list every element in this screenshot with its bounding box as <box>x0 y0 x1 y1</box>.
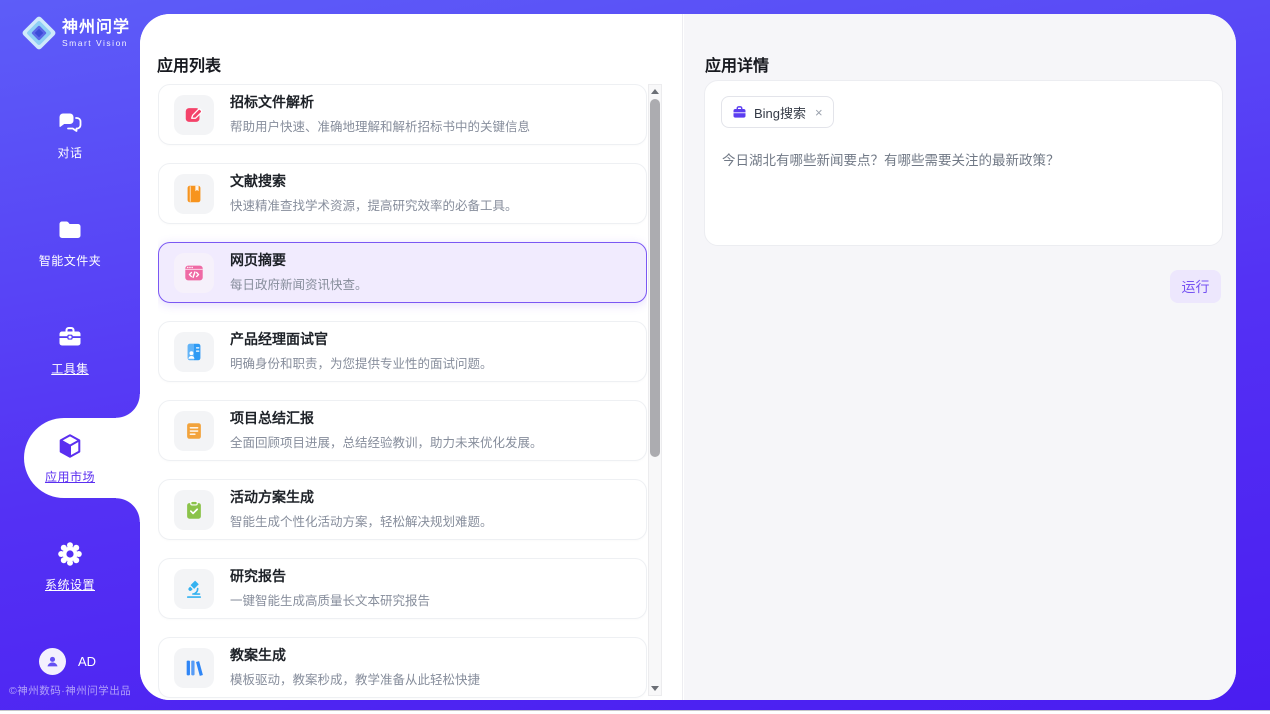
sidebar-item[interactable]: 对话 <box>0 80 140 188</box>
tool-tag-bing-search[interactable]: Bing搜索 × <box>721 96 834 128</box>
app-detail-panel: 应用详情 Bing搜索 × 今日湖北有哪些新闻要点？有哪些需要关注的最新政策？ <box>684 14 1236 700</box>
app-card[interactable]: 网页摘要 每日政府新闻资讯快查。 <box>158 242 647 303</box>
gear-icon <box>56 540 84 568</box>
toolbox-icon <box>56 324 84 352</box>
app-card-desc: 明确身份和职责，为您提供专业性的面试问题。 <box>230 353 493 372</box>
app-card[interactable]: 活动方案生成 智能生成个性化活动方案，轻松解决规划难题。 <box>158 479 647 540</box>
brand-logo: 神州问学 Smart Vision <box>20 14 130 52</box>
sidebar: 神州问学 Smart Vision 对话 智能文件夹 <box>0 0 140 710</box>
user-name: AD <box>78 654 96 669</box>
app-card-title: 文献搜索 <box>230 174 518 189</box>
scroll-up-arrow-icon[interactable] <box>649 85 661 98</box>
app-frame: 神州问学 Smart Vision 对话 智能文件夹 <box>0 0 1270 710</box>
app-card[interactable]: 项目总结汇报 全面回顾项目进展，总结经验教训，助力未来优化发展。 <box>158 400 647 461</box>
main-panel: 应用列表 招标文件解析 帮助用户快速、准确地理解和解析招标书中的关键信息 文献搜… <box>140 14 1236 700</box>
app-card-desc: 帮助用户快速、准确地理解和解析招标书中的关键信息 <box>230 116 530 135</box>
app-card-desc: 快速精准查找学术资源，提高研究效率的必备工具。 <box>230 195 518 214</box>
app-card[interactable]: 招标文件解析 帮助用户快速、准确地理解和解析招标书中的关键信息 <box>158 84 647 145</box>
app-list-title: 应用列表 <box>157 52 221 76</box>
book-icon <box>174 174 214 214</box>
books-icon <box>174 648 214 688</box>
tab-curve-bottom <box>116 498 140 522</box>
copyright-footer: ©神州数码·神州问学出品 <box>9 683 131 698</box>
run-button[interactable]: 运行 <box>1170 270 1221 303</box>
query-text[interactable]: 今日湖北有哪些新闻要点？有哪些需要关注的最新政策？ <box>722 151 1206 171</box>
app-card-list: 招标文件解析 帮助用户快速、准确地理解和解析招标书中的关键信息 文献搜索 快速精… <box>158 84 647 700</box>
app-list-panel: 应用列表 招标文件解析 帮助用户快速、准确地理解和解析招标书中的关键信息 文献搜… <box>140 14 683 700</box>
app-card[interactable]: 研究报告 一键智能生成高质量长文本研究报告 <box>158 558 647 619</box>
app-card-desc: 每日政府新闻资讯快查。 <box>230 274 368 293</box>
app-card-desc: 一键智能生成高质量长文本研究报告 <box>230 590 430 609</box>
chat-icon <box>56 108 84 136</box>
sidebar-nav: 对话 智能文件夹 工具集 应用市场 <box>0 80 140 620</box>
close-icon[interactable]: × <box>815 106 823 119</box>
clipboard-check-icon <box>174 490 214 530</box>
app-card-title: 研究报告 <box>230 569 430 584</box>
app-card-title: 项目总结汇报 <box>230 411 543 426</box>
scrollbar-thumb[interactable] <box>650 99 660 457</box>
app-card-title: 教案生成 <box>230 648 480 663</box>
sidebar-item-label: 智能文件夹 <box>39 252 102 269</box>
sidebar-item[interactable]: 工具集 <box>0 296 140 404</box>
app-card-desc: 智能生成个性化活动方案，轻松解决规划难题。 <box>230 511 493 530</box>
app-card-title: 招标文件解析 <box>230 95 530 110</box>
sidebar-item-label: 应用市场 <box>45 468 95 485</box>
app-card[interactable]: 产品经理面试官 明确身份和职责，为您提供专业性的面试问题。 <box>158 321 647 382</box>
app-card-title: 产品经理面试官 <box>230 332 493 347</box>
window-bottom-edge <box>0 710 1270 711</box>
app-card[interactable]: 文献搜索 快速精准查找学术资源，提高研究效率的必备工具。 <box>158 163 647 224</box>
scroll-down-arrow-icon[interactable] <box>649 682 661 695</box>
sidebar-item[interactable]: 智能文件夹 <box>0 188 140 296</box>
sidebar-item[interactable]: 应用市场 <box>0 404 140 512</box>
list-scrollbar[interactable] <box>648 84 662 696</box>
tool-tag-label: Bing搜索 <box>754 103 806 122</box>
microscope-icon <box>174 569 214 609</box>
note-icon <box>174 411 214 451</box>
avatar[interactable] <box>39 648 66 675</box>
brand-name: 神州问学 <box>62 19 130 37</box>
prompt-composer[interactable]: Bing搜索 × 今日湖北有哪些新闻要点？有哪些需要关注的最新政策？ <box>704 80 1223 246</box>
diamond-logo-icon <box>20 14 58 52</box>
app-card-title: 网页摘要 <box>230 253 368 268</box>
briefcase-icon <box>732 105 747 120</box>
user-icon <box>44 653 61 670</box>
app-card-desc: 全面回顾项目进展，总结经验教训，助力未来优化发展。 <box>230 432 543 451</box>
pen-square-icon <box>174 95 214 135</box>
user-profile[interactable]: AD <box>39 648 96 675</box>
app-card-title: 活动方案生成 <box>230 490 493 505</box>
browser-code-icon <box>174 253 214 293</box>
interview-icon <box>174 332 214 372</box>
sidebar-item[interactable]: 系统设置 <box>0 512 140 620</box>
sidebar-item-label: 对话 <box>57 144 82 161</box>
folder-icon <box>56 216 84 244</box>
app-detail-title: 应用详情 <box>705 52 769 76</box>
brand-subtitle: Smart Vision <box>62 38 130 48</box>
tab-curve-top <box>116 394 140 418</box>
sidebar-item-label: 工具集 <box>51 360 89 377</box>
app-card-desc: 模板驱动，教案秒成，教学准备从此轻松快捷 <box>230 669 480 688</box>
cube-icon <box>56 432 84 460</box>
sidebar-item-label: 系统设置 <box>45 576 95 593</box>
app-card[interactable]: 教案生成 模板驱动，教案秒成，教学准备从此轻松快捷 <box>158 637 647 698</box>
